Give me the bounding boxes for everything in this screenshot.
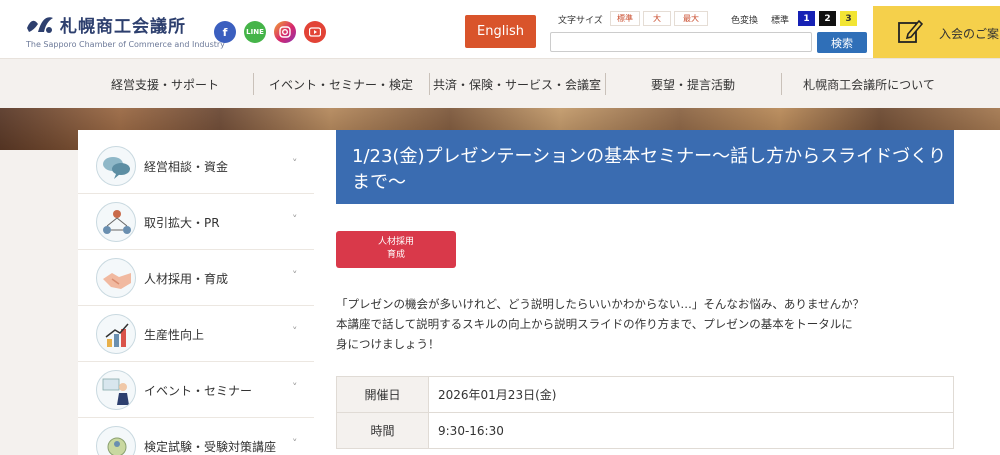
sidebar-item-label: 人材採用・育成 (144, 272, 229, 286)
sidebar-item-label: 経営相談・資金 (144, 160, 229, 174)
category-tag[interactable]: 人材採用 育成 (336, 231, 456, 268)
english-button[interactable]: English (465, 15, 536, 48)
instagram-icon[interactable] (274, 21, 296, 43)
sidebar-item-label: 取引拡大・PR (144, 216, 220, 230)
sidebar-item-label: イベント・セミナー (144, 384, 253, 398)
table-row: 開催日 2026年01月23日(金) (336, 376, 954, 413)
facebook-icon[interactable]: f (214, 21, 236, 43)
intro-line: 「プレゼンの機会が多いけれど、どう説明したらいいかわからない…」そんなお悩み、あ… (336, 297, 865, 311)
sidebar-item-consultation[interactable]: 経営相談・資金 ˅ (78, 138, 314, 194)
article-title-box: 1/23(金)プレゼンテーションの基本セミナー～話し方からスライドづくりまで～ (336, 130, 954, 204)
page-title: 1/23(金)プレゼンテーションの基本セミナー～話し方からスライドづくりまで～ (352, 146, 947, 193)
sidebar-item-label: 生産性向上 (144, 328, 205, 342)
intro-line: 身につけましょう！ (336, 337, 440, 351)
logo-subtitle: The Sapporo Chamber of Commerce and Indu… (26, 40, 225, 49)
site-header: 札幌商工会議所 The Sapporo Chamber of Commerce … (0, 0, 1000, 58)
sidebar-item-events[interactable]: イベント・セミナー ˅ (78, 362, 314, 418)
row-label-time: 時間 (336, 412, 429, 449)
color-standard-button[interactable]: 標準 (771, 13, 789, 26)
table-row: 時間 9:30-16:30 (336, 412, 954, 449)
tag-line-2: 育成 (386, 250, 405, 260)
chevron-down-icon: ˅ (292, 381, 298, 394)
chevron-down-icon: ˅ (292, 325, 298, 338)
pen-paper-icon (898, 19, 923, 43)
chevron-down-icon: ˅ (292, 437, 298, 450)
search-input[interactable] (550, 32, 812, 52)
sidebar-item-label: 検定試験・受験対策講座 (144, 440, 277, 454)
article-content: 1/23(金)プレゼンテーションの基本セミナー～話し方からスライドづくりまで～ … (314, 130, 1000, 455)
font-size-label: 文字サイズ (558, 16, 603, 26)
intro-line: 本講座で話して説明するスキルの向上から説明スライドの作り方まで、プレゼンの基本を… (336, 317, 853, 331)
font-size-max-button[interactable]: 最大 (674, 11, 708, 26)
event-info-table: 開催日 2026年01月23日(金) 時間 9:30-16:30 (336, 376, 954, 449)
logo-title: 札幌商工会議所 (60, 16, 186, 37)
site-logo[interactable]: 札幌商工会議所 (24, 10, 186, 38)
sidebar-item-recruitment[interactable]: 人材採用・育成 ˅ (78, 250, 314, 306)
consultation-icon (96, 146, 136, 186)
color-change-label: 色変換 (731, 16, 759, 26)
color-option-3-button[interactable]: 3 (840, 11, 857, 26)
youtube-icon[interactable] (304, 21, 326, 43)
color-option-2-button[interactable]: 2 (819, 11, 836, 26)
chevron-down-icon: ˅ (292, 269, 298, 282)
presenter-icon (96, 370, 136, 410)
chevron-down-icon: ˅ (292, 213, 298, 226)
row-value-date: 2026年01月23日(金) (428, 376, 954, 413)
sidebar-item-productivity[interactable]: 生産性向上 ˅ (78, 306, 314, 362)
chevron-down-icon: ˅ (292, 157, 298, 170)
sidebar-item-business-pr[interactable]: 取引拡大・PR ˅ (78, 194, 314, 250)
nav-item-proposals[interactable]: 要望・提言活動 (606, 59, 780, 109)
color-option-1-button[interactable]: 1 (798, 11, 815, 26)
nav-item-events-seminars[interactable]: イベント・セミナー・検定 (254, 59, 428, 109)
sidebar-item-exams[interactable]: 検定試験・受験対策講座 ˅ (78, 418, 314, 455)
row-value-time: 9:30-16:30 (428, 412, 954, 449)
nav-item-about[interactable]: 札幌商工会議所について (782, 59, 956, 109)
font-size-large-button[interactable]: 大 (643, 11, 671, 26)
font-size-standard-button[interactable]: 標準 (610, 11, 640, 26)
sidebar: 経営相談・資金 ˅ 取引拡大・PR ˅ 人材採用・育成 ˅ 生産性向上 ˅ イベ… (78, 130, 314, 455)
join-label: 入会のご案 (939, 27, 1000, 41)
line-icon[interactable]: LINE (244, 21, 266, 43)
handshake-icon (96, 258, 136, 298)
nav-item-insurance-services[interactable]: 共済・保険・サービス・会議室 (430, 59, 604, 109)
exam-icon (96, 426, 136, 455)
row-label-date: 開催日 (336, 376, 429, 413)
chamber-logo-icon (27, 17, 53, 33)
global-nav: 経営支援・サポート イベント・セミナー・検定 共済・保険・サービス・会議室 要望… (0, 58, 1000, 108)
network-icon (96, 202, 136, 242)
search-button[interactable]: 検索 (817, 32, 867, 53)
growth-chart-icon (96, 314, 136, 354)
join-button[interactable]: 入会のご案 (873, 6, 1000, 58)
intro-text: 「プレゼンの機会が多いけれど、どう説明したらいいかわからない…」そんなお悩み、あ… (336, 294, 936, 354)
tag-line-1: 人材採用 (377, 237, 414, 247)
nav-item-management-support[interactable]: 経営支援・サポート (78, 59, 252, 109)
